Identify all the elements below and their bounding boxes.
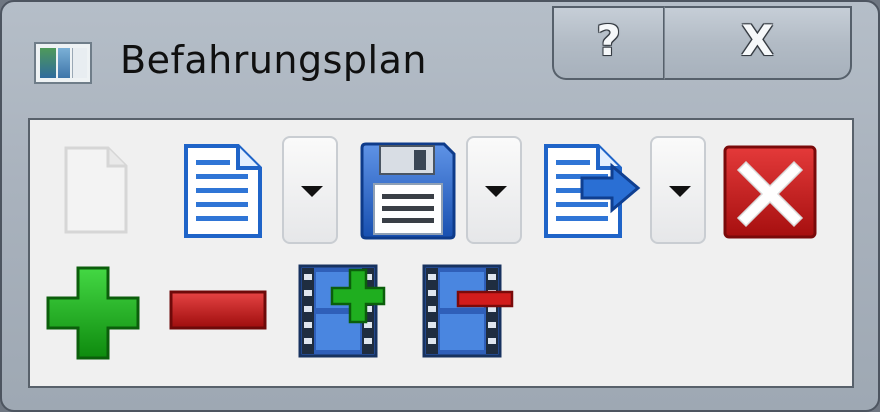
add-film-button[interactable]: [298, 262, 390, 360]
toolbar-panel: [28, 118, 854, 388]
add-button[interactable]: [44, 264, 142, 362]
open-document-button[interactable]: [182, 142, 264, 240]
open-document-icon: [184, 144, 262, 238]
export-dropdown-button[interactable]: [650, 136, 706, 244]
new-document-button[interactable]: [60, 144, 130, 236]
export-button[interactable]: [542, 142, 642, 240]
dialog-window: Befahrungsplan ? X: [0, 0, 880, 412]
help-button[interactable]: ?: [552, 6, 664, 80]
open-dropdown-button[interactable]: [282, 136, 338, 244]
close-icon: X: [741, 16, 774, 65]
chevron-down-icon: [485, 186, 507, 197]
export-document-icon: [544, 144, 641, 238]
remove-film-icon: [422, 264, 514, 358]
add-green-plus-icon: [46, 266, 140, 360]
delete-button[interactable]: [722, 144, 818, 240]
add-film-icon: [298, 264, 386, 358]
title-bar[interactable]: Befahrungsplan ? X: [2, 2, 878, 110]
remove-film-button[interactable]: [422, 262, 516, 360]
remove-red-minus-icon: [169, 290, 267, 330]
app-icon: [34, 42, 92, 84]
help-icon: ?: [596, 16, 621, 65]
save-button[interactable]: [358, 142, 456, 240]
remove-button[interactable]: [168, 288, 268, 332]
window-title: Befahrungsplan: [120, 38, 427, 82]
new-document-icon: [64, 146, 128, 234]
chevron-down-icon: [301, 186, 323, 197]
save-floppy-icon: [360, 142, 456, 240]
save-dropdown-button[interactable]: [466, 136, 522, 244]
delete-red-x-icon: [723, 145, 817, 239]
close-button[interactable]: X: [664, 6, 852, 80]
chevron-down-icon: [669, 186, 691, 197]
